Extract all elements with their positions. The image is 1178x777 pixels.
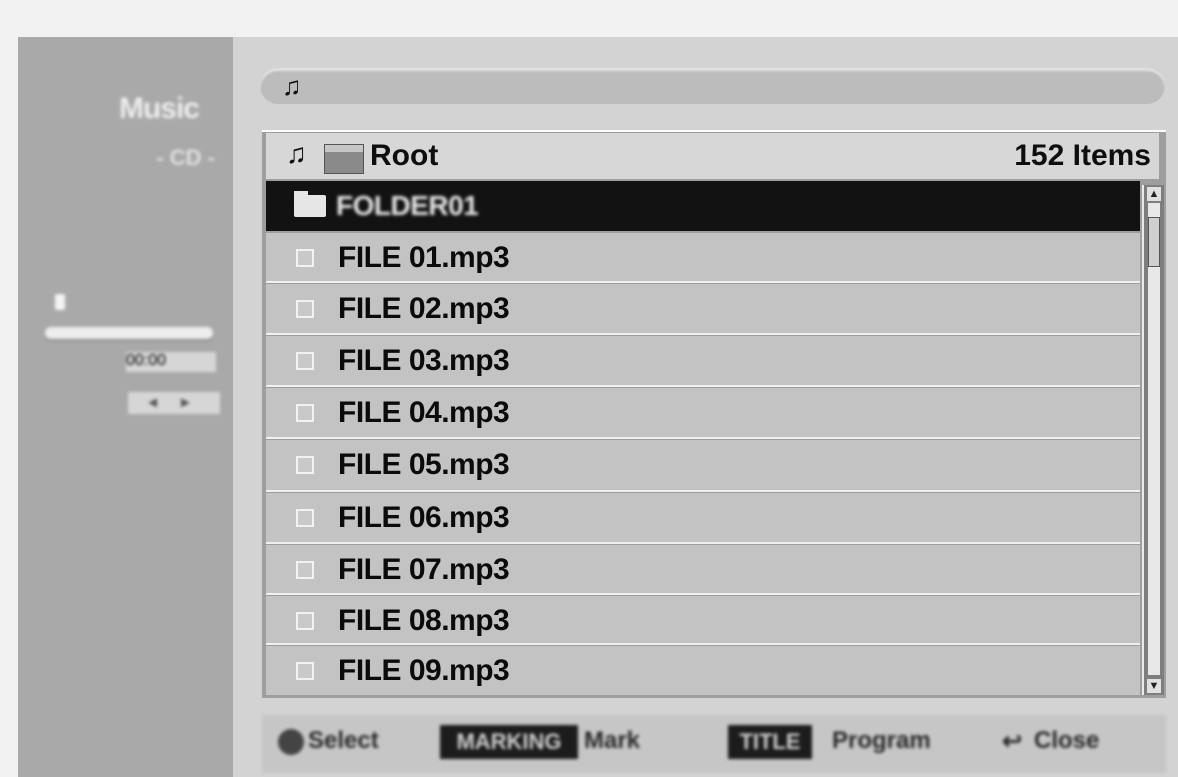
list-header: ♫ Root 152 Items	[266, 133, 1159, 179]
checkbox-icon[interactable]	[296, 352, 314, 370]
current-folder-title: Root	[370, 139, 439, 172]
checkbox-icon[interactable]	[296, 249, 314, 267]
marking-key-icon: MARKING	[440, 725, 578, 759]
playback-time-display: 00:00	[126, 352, 216, 372]
playback-nav-arrows[interactable]: ◂ ▸	[128, 392, 220, 414]
list-item[interactable]: FILE 09.mp3	[266, 646, 1140, 695]
checkbox-icon[interactable]	[296, 404, 314, 422]
sidebar-subtitle: - CD -	[156, 145, 215, 170]
sidebar-title: Music	[118, 92, 200, 125]
close-hint: Close	[1034, 727, 1100, 754]
list-item[interactable]: FILE 02.mp3	[266, 284, 1140, 335]
list-item[interactable]: FILE 04.mp3	[266, 388, 1140, 439]
file-name: FILE 07.mp3	[338, 553, 510, 586]
file-name: FILE 04.mp3	[338, 396, 510, 429]
return-arrow-icon: ↩	[1002, 728, 1023, 755]
checkbox-icon[interactable]	[296, 509, 314, 527]
select-hint: Select	[308, 727, 379, 754]
list-item[interactable]: FILE 03.mp3	[266, 336, 1140, 387]
checkbox-icon[interactable]	[296, 662, 314, 680]
list-item[interactable]: FILE 06.mp3	[266, 493, 1140, 544]
sidebar-panel: Music - CD - 00:00 ◂ ▸	[18, 37, 233, 777]
file-name: FILE 03.mp3	[338, 344, 510, 377]
list-item[interactable]: FILE 05.mp3	[266, 440, 1140, 492]
folder-icon	[294, 191, 326, 217]
file-name: FILE 08.mp3	[338, 604, 510, 637]
checkbox-icon[interactable]	[296, 561, 314, 579]
file-name: FILE 02.mp3	[338, 292, 510, 325]
music-note-icon: ♫	[282, 71, 302, 101]
scroll-down-arrow-icon[interactable]: ▼	[1147, 679, 1161, 693]
checkbox-icon[interactable]	[296, 456, 314, 474]
list-item[interactable]: FILE 08.mp3	[266, 596, 1140, 645]
checkbox-icon[interactable]	[296, 612, 314, 630]
folder-icon	[324, 144, 364, 174]
list-scrollbar[interactable]: ▲ ▼	[1142, 185, 1164, 695]
enter-button-icon	[278, 729, 304, 755]
file-name: FILE 01.mp3	[338, 241, 510, 274]
folder-name: FOLDER01	[336, 190, 479, 221]
now-playing-bar: ♫	[260, 68, 1165, 104]
playback-position-marker	[55, 294, 65, 310]
file-name: FILE 09.mp3	[338, 654, 510, 687]
music-note-icon: ♫	[286, 138, 307, 169]
scroll-up-arrow-icon[interactable]: ▲	[1147, 187, 1161, 201]
list-item-folder[interactable]: FOLDER01	[266, 181, 1140, 231]
scrollbar-thumb[interactable]	[1148, 217, 1160, 267]
list-item[interactable]: FILE 07.mp3	[266, 545, 1140, 595]
list-item[interactable]: FILE 01.mp3	[266, 233, 1140, 283]
file-name: FILE 05.mp3	[338, 448, 510, 481]
title-key-icon: TITLE	[728, 725, 812, 759]
scrollbar-track[interactable]	[1148, 203, 1160, 675]
help-bar: Select MARKING Mark TITLE Program ↩ Clos…	[262, 715, 1166, 773]
playback-progress-slider[interactable]	[45, 327, 213, 339]
program-hint: Program	[832, 727, 931, 754]
mark-hint: Mark	[584, 727, 641, 754]
item-count: 152 Items	[1014, 139, 1151, 172]
file-name: FILE 06.mp3	[338, 501, 510, 534]
checkbox-icon[interactable]	[296, 300, 314, 318]
